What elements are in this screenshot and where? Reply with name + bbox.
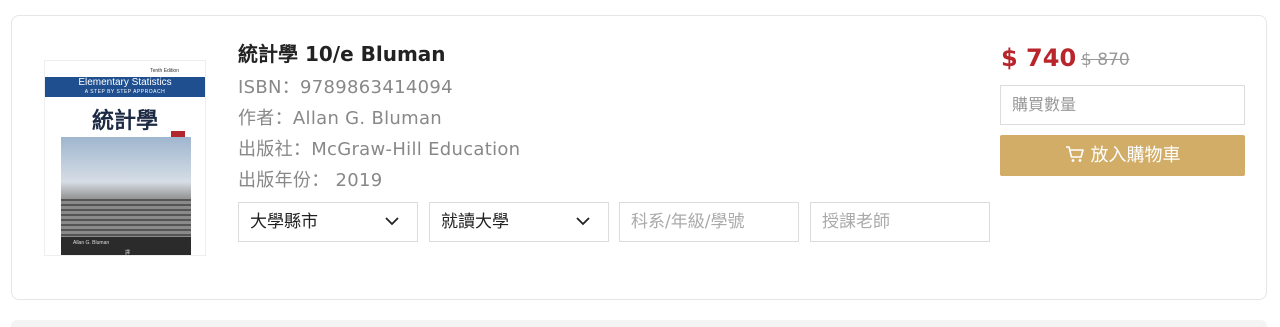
cover-subtitle-en: A STEP BY STEP APPROACH bbox=[84, 89, 166, 95]
city-select[interactable]: 大學縣市 bbox=[238, 202, 418, 242]
teacher-input[interactable]: 授課老師 bbox=[810, 202, 990, 242]
department-placeholder: 科系/年級/學號 bbox=[631, 212, 745, 232]
product-publisher: 出版社：McGraw-Hill Education bbox=[238, 139, 521, 160]
teacher-placeholder: 授課老師 bbox=[822, 212, 890, 232]
book-cover-image[interactable]: Tenth Edition Elementary Statistics A ST… bbox=[44, 60, 206, 256]
cover-title-cn: 統計學 bbox=[91, 108, 158, 134]
cart-icon bbox=[1065, 146, 1084, 162]
quantity-placeholder: 購買數量 bbox=[1012, 95, 1077, 114]
cover-author-bar: Allan G. Bluman 譯 bbox=[61, 237, 191, 256]
city-select-value: 大學縣市 bbox=[250, 212, 318, 232]
cover-stairs-photo bbox=[61, 137, 191, 237]
chevron-down-icon bbox=[576, 217, 590, 226]
product-year: 出版年份： 2019 bbox=[238, 170, 383, 191]
original-price: $ 870 bbox=[1081, 50, 1130, 70]
cover-title-band: Elementary Statistics A STEP BY STEP APP… bbox=[45, 77, 205, 97]
next-card-edge bbox=[11, 320, 1267, 327]
cover-translator: 譯 bbox=[125, 250, 131, 256]
department-input[interactable]: 科系/年級/學號 bbox=[619, 202, 799, 242]
university-select-value: 就讀大學 bbox=[441, 212, 509, 232]
chevron-down-icon bbox=[385, 217, 399, 226]
cover-steps bbox=[61, 199, 191, 237]
add-to-cart-label: 放入購物車 bbox=[1090, 145, 1181, 166]
product-title[interactable]: 統計學 10/e Bluman bbox=[238, 38, 446, 67]
cover-edition: Tenth Edition bbox=[150, 68, 179, 74]
cover-author: Allan G. Bluman bbox=[73, 240, 110, 246]
add-to-cart-button[interactable]: 放入購物車 bbox=[1000, 135, 1245, 176]
sale-price: $ 740 bbox=[1001, 44, 1077, 72]
product-isbn: ISBN：9789863414094 bbox=[238, 77, 453, 98]
product-author: 作者：Allan G. Bluman bbox=[238, 108, 442, 129]
cover-title-en: Elementary Statistics bbox=[78, 77, 172, 88]
university-select[interactable]: 就讀大學 bbox=[429, 202, 609, 242]
quantity-input[interactable]: 購買數量 bbox=[1000, 85, 1245, 125]
